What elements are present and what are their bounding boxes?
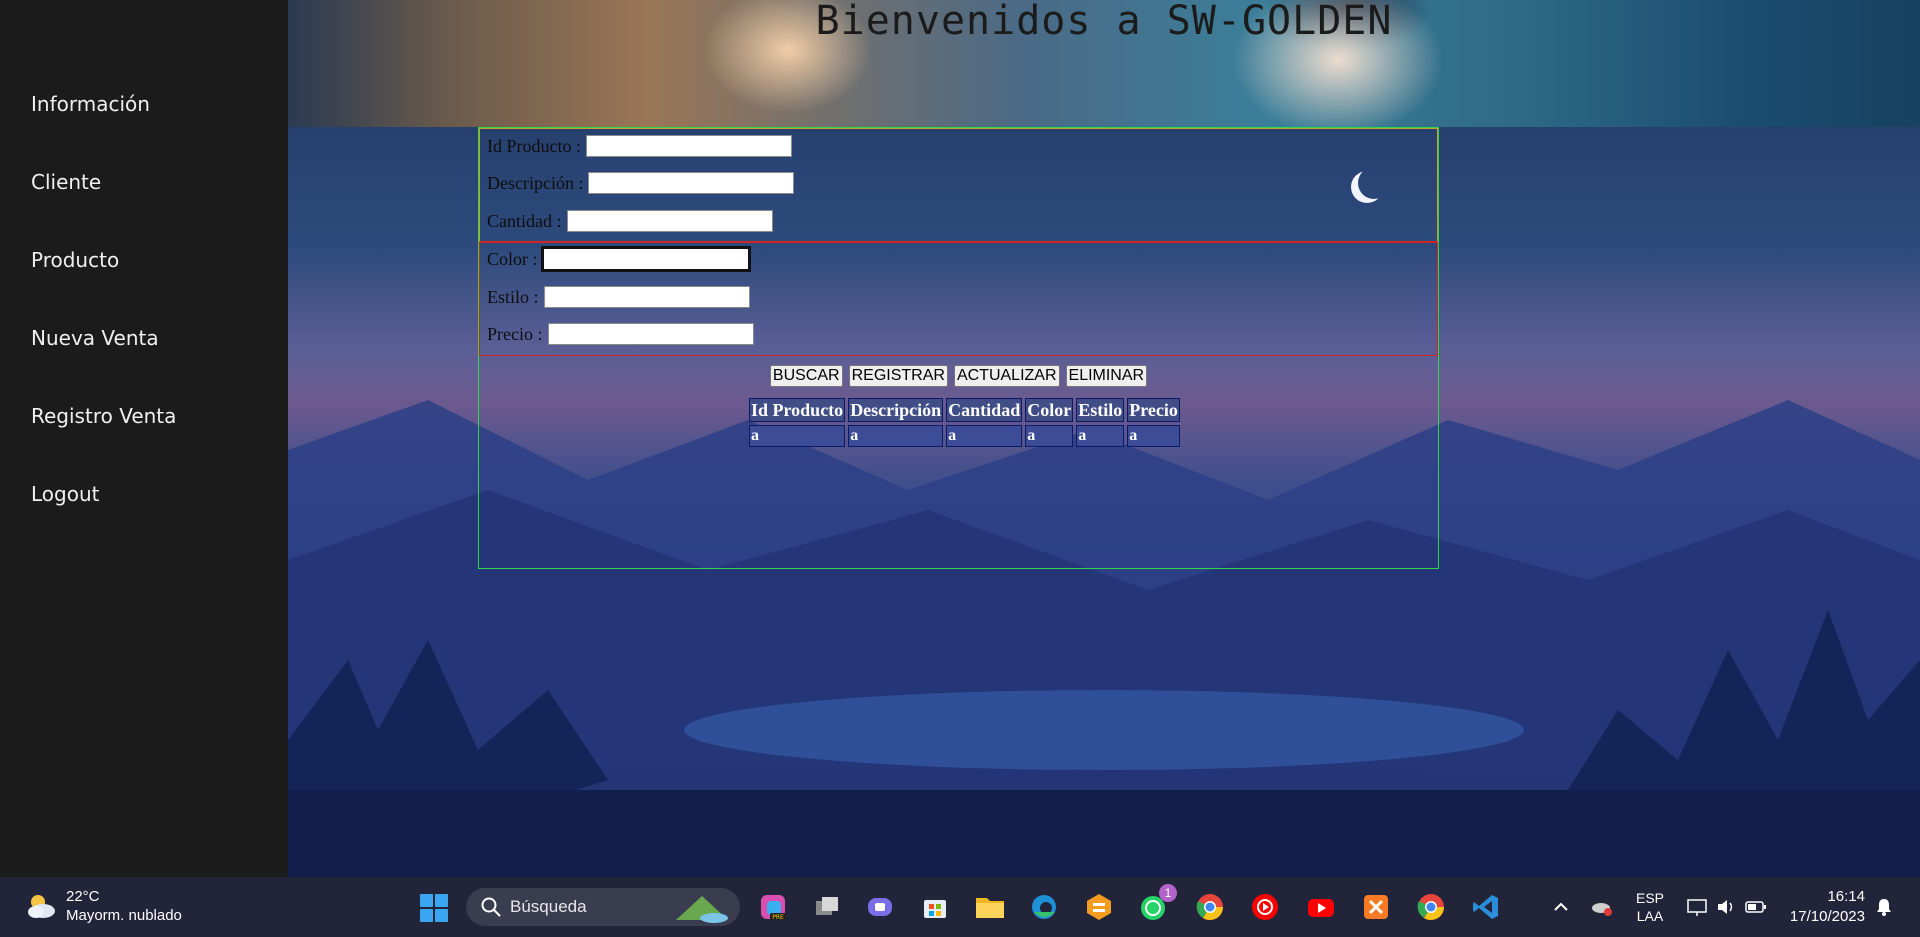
file-explorer-icon[interactable] bbox=[973, 890, 1007, 924]
table-cell: a bbox=[848, 425, 944, 447]
fieldset-product-details: Color : Estilo : Precio : bbox=[479, 242, 1438, 356]
field-row-estilo: Estilo : bbox=[487, 286, 750, 308]
sidebar-item-logout[interactable]: Logout bbox=[31, 482, 99, 506]
table-header-row: Id Producto Descripción Cantidad Color E… bbox=[749, 398, 1180, 422]
field-row-cantidad: Cantidad : bbox=[487, 210, 773, 232]
label-cantidad: Cantidad : bbox=[487, 210, 562, 231]
column-header: Precio bbox=[1127, 398, 1180, 422]
label-descripcion: Descripción : bbox=[487, 172, 584, 193]
vscode-icon[interactable] bbox=[1469, 890, 1503, 924]
product-form: Id Producto : Descripción : Cantidad : C… bbox=[478, 127, 1439, 569]
table-row[interactable]: a a a a a a bbox=[749, 425, 1180, 447]
fieldset-product-basic: Id Producto : Descripción : Cantidad : bbox=[479, 128, 1438, 242]
update-button[interactable]: ACTUALIZAR bbox=[953, 365, 1060, 387]
table-cell: a bbox=[1127, 425, 1180, 447]
language-indicator[interactable]: ESP LAA bbox=[1636, 877, 1664, 937]
search-highlight-icon bbox=[676, 896, 728, 923]
input-estilo[interactable] bbox=[543, 286, 750, 308]
input-descripcion[interactable] bbox=[588, 172, 795, 194]
field-row-descripcion: Descripción : bbox=[487, 172, 795, 194]
weather-desc: Mayorm. nublado bbox=[66, 907, 182, 924]
clock-date: 17/10/2023 bbox=[1789, 908, 1865, 925]
clock[interactable]: 16:14 17/10/2023 bbox=[1790, 887, 1865, 927]
column-header: Color bbox=[1025, 398, 1074, 422]
search-button[interactable]: BUSCAR bbox=[769, 365, 843, 387]
sidebar: Información Cliente Producto Nueva Venta… bbox=[0, 0, 288, 877]
windows-start-icon[interactable] bbox=[420, 894, 448, 922]
task-view-icon[interactable] bbox=[810, 890, 844, 924]
battery-icon[interactable] bbox=[1745, 877, 1767, 937]
label-id-producto: Id Producto : bbox=[487, 135, 581, 156]
clock-time: 16:14 bbox=[1827, 888, 1865, 905]
sidebar-item-informacion[interactable]: Información bbox=[31, 92, 150, 116]
table-cell: a bbox=[946, 425, 1023, 447]
weather-temp: 22°C bbox=[66, 888, 100, 905]
sidebar-item-cliente[interactable]: Cliente bbox=[31, 170, 101, 194]
notification-bell-icon[interactable] bbox=[1875, 877, 1893, 937]
table-cell: a bbox=[1076, 425, 1125, 447]
field-row-color: Color : bbox=[487, 246, 751, 272]
sublime-icon[interactable] bbox=[1082, 890, 1116, 924]
search-icon bbox=[481, 897, 501, 917]
xampp-icon[interactable] bbox=[1359, 890, 1393, 924]
form-buttons: BUSCAR REGISTRAR ACTUALIZAR ELIMINAR bbox=[479, 365, 1438, 387]
column-header: Estilo bbox=[1076, 398, 1125, 422]
input-id-producto[interactable] bbox=[586, 135, 792, 157]
table-cell: a bbox=[1025, 425, 1074, 447]
whatsapp-badge: 1 bbox=[1159, 884, 1177, 902]
network-icon[interactable] bbox=[1686, 877, 1708, 937]
volume-icon[interactable] bbox=[1716, 877, 1736, 937]
svg-text:PRE: PRE bbox=[772, 914, 784, 921]
onedrive-offline-icon[interactable] bbox=[1590, 877, 1614, 937]
field-row-precio: Precio : bbox=[487, 323, 754, 345]
column-header: Cantidad bbox=[946, 398, 1023, 422]
search-placeholder: Búsqueda bbox=[510, 897, 587, 916]
input-color[interactable] bbox=[540, 246, 751, 272]
weather-widget[interactable]: 22°C Mayorm. nublado bbox=[24, 887, 182, 925]
whatsapp-icon[interactable]: 1 bbox=[1137, 884, 1177, 924]
input-cantidad[interactable] bbox=[566, 210, 773, 232]
microsoft-store-icon[interactable] bbox=[918, 890, 952, 924]
delete-button[interactable]: ELIMINAR bbox=[1065, 365, 1148, 387]
chrome-active-icon[interactable] bbox=[1414, 890, 1448, 924]
input-precio[interactable] bbox=[547, 323, 754, 345]
language-code: ESP bbox=[1636, 890, 1665, 906]
sidebar-item-producto[interactable]: Producto bbox=[31, 248, 119, 272]
youtube-icon[interactable] bbox=[1304, 890, 1338, 924]
taskbar: 22°C Mayorm. nublado Búsqueda PRE 1 ESP … bbox=[0, 877, 1920, 937]
tray-overflow-chevron-icon[interactable] bbox=[1552, 877, 1570, 937]
teams-icon[interactable] bbox=[863, 890, 897, 924]
products-table: Id Producto Descripción Cantidad Color E… bbox=[746, 395, 1183, 450]
field-row-id: Id Producto : bbox=[487, 135, 792, 157]
keyboard-layout: LAA bbox=[1636, 908, 1664, 924]
main-content: Bienvenidos a SW-GOLDEN Id Producto : De… bbox=[288, 0, 1920, 877]
label-color: Color : bbox=[487, 248, 538, 269]
chrome-icon[interactable] bbox=[1193, 890, 1227, 924]
cloudy-weather-icon bbox=[28, 895, 55, 918]
sidebar-item-nueva-venta[interactable]: Nueva Venta bbox=[31, 326, 159, 350]
label-estilo: Estilo : bbox=[487, 286, 539, 307]
sidebar-item-registro-venta[interactable]: Registro Venta bbox=[31, 404, 176, 428]
youtube-music-icon[interactable] bbox=[1248, 890, 1282, 924]
column-header: Descripción bbox=[848, 398, 944, 422]
header-banner: Bienvenidos a SW-GOLDEN bbox=[288, 0, 1920, 127]
column-header: Id Producto bbox=[749, 398, 846, 422]
edge-icon[interactable] bbox=[1027, 890, 1061, 924]
copilot-icon[interactable]: PRE bbox=[756, 890, 790, 924]
table-cell: a bbox=[749, 425, 846, 447]
taskbar-search[interactable]: Búsqueda bbox=[466, 888, 740, 926]
page-title: Bienvenidos a SW-GOLDEN bbox=[815, 0, 1393, 44]
register-button[interactable]: REGISTRAR bbox=[848, 365, 948, 387]
label-precio: Precio : bbox=[487, 323, 543, 344]
